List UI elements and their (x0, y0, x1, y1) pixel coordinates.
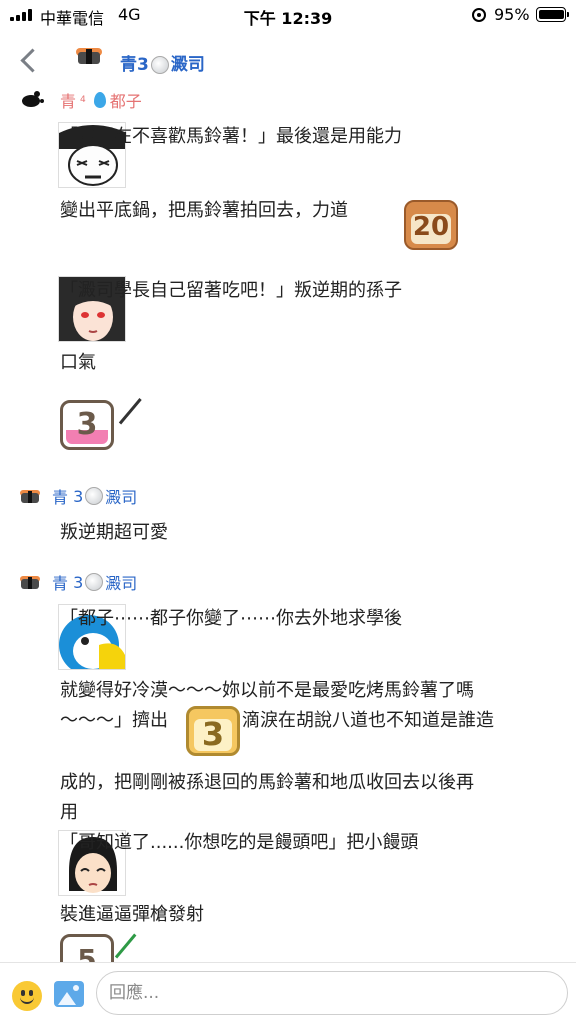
wand-icon (118, 398, 142, 425)
comment-text: 叛逆期超可愛 (60, 522, 168, 543)
back-button[interactable] (16, 44, 46, 76)
calendar-3-sticker: 3 (60, 400, 114, 450)
author-number: 3 (73, 486, 84, 506)
comment-text: 就變得好冷漠～～～妳以前不是最愛吃烤馬鈴薯了嗎 (60, 680, 474, 701)
author-prefix: 青 (52, 488, 69, 507)
sushi-icon (76, 46, 102, 68)
comment-text: ～～～」擠出 (60, 710, 168, 731)
title-number: 3 (137, 55, 149, 75)
wand-icon (114, 933, 137, 959)
reply-input[interactable] (96, 971, 568, 1015)
calendar-20-sticker: 20 (404, 200, 458, 250)
author-prefix: 青 (52, 574, 69, 593)
header-avatar (76, 46, 102, 68)
comment-text: 「哥知道了......你想吃的是饅頭吧」把小饅頭 (60, 832, 419, 853)
comment-author[interactable]: 青 3 澱司 (52, 484, 137, 508)
comment-text: 「都子⋯⋯都子你變了⋯⋯你去外地求學後 (60, 608, 402, 629)
author-prefix: 青 (60, 92, 77, 111)
author-suffix: 都子 (109, 92, 142, 111)
reply-bar (0, 962, 576, 1024)
battery-percent: 95% (494, 5, 530, 24)
author-superscript: 4 (80, 95, 86, 105)
comment-header: 青 3 澱司 (20, 570, 137, 594)
battery-icon (536, 7, 569, 22)
comment-text: 成的，把剛剛被孫退回的馬鈴薯和地瓜收回去以後再 (60, 772, 474, 793)
author-suffix: 澱司 (105, 488, 138, 507)
comment-header: 青 4 都子 (20, 88, 142, 112)
page-title[interactable]: 青3 澱司 (120, 50, 205, 75)
water-drop-icon (93, 92, 106, 108)
status-time: 下午 12:39 (243, 9, 333, 28)
rice-ball-icon (85, 573, 104, 591)
comment-text: 「我現在不喜歡馬鈴薯！」最後還是用能力 (60, 126, 402, 147)
orientation-lock-icon (472, 8, 486, 22)
title-prefix: 青 (120, 55, 137, 75)
author-number: 3 (73, 572, 84, 592)
rice-ball-icon (85, 487, 104, 505)
comment-header: 青 3 澱司 (20, 484, 137, 508)
comment-text: 用 (60, 802, 78, 823)
comment-text: 口氣 (60, 352, 96, 373)
status-bar: 中華電信 4G 下午 12:39 95% (0, 0, 576, 30)
image-button[interactable] (54, 981, 84, 1007)
comment-text: 變出平底鍋，把馬鈴薯拍回去，力道 (60, 200, 348, 221)
calendar-3-sticker: 3 (186, 706, 240, 756)
rice-ball-icon (150, 56, 169, 74)
comment-text: 裝進逼逼彈槍發射 (60, 904, 204, 925)
comment-author[interactable]: 青 3 澱司 (52, 570, 137, 594)
emoji-button[interactable] (12, 981, 42, 1011)
header: 青3 澱司 (0, 36, 576, 84)
sushi-icon[interactable] (20, 488, 40, 505)
sushi-icon[interactable] (20, 574, 40, 591)
author-suffix: 澱司 (105, 574, 138, 593)
comment-text: 滴淚在胡說八道也不知道是誰造 (242, 710, 494, 731)
comment-author[interactable]: 青 4 都子 (60, 88, 142, 112)
avatar[interactable] (20, 89, 48, 111)
comment-text: 「澱司學長自己留著吃吧！」叛逆期的孫子 (60, 280, 402, 301)
title-suffix: 澱司 (170, 55, 205, 75)
